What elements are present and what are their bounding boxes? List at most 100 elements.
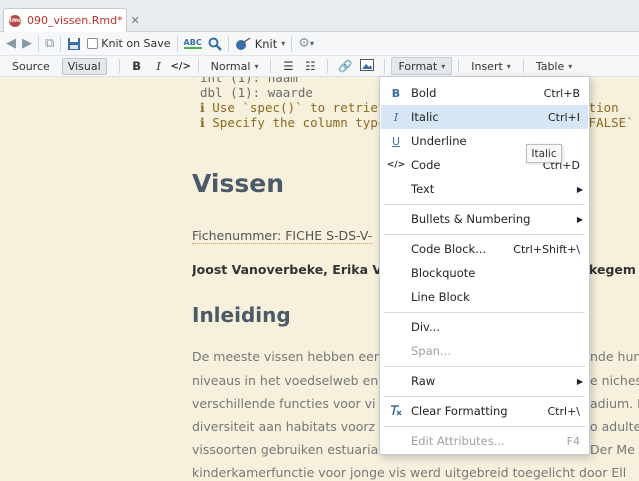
chevron-down-icon: ▾: [281, 39, 286, 48]
submenu-arrow-icon: ▶: [576, 214, 583, 224]
code-icon: </>: [386, 160, 406, 170]
format-menu-button[interactable]: Format ▾: [391, 57, 453, 75]
menu-item-label: Italic: [411, 110, 439, 124]
menu-item-label: Line Block: [411, 290, 470, 304]
menu-separator: [384, 234, 585, 235]
visual-mode-button[interactable]: Visual: [61, 57, 107, 75]
spellcheck-icon[interactable]: ABC: [183, 38, 202, 49]
body-line: verschillende functies voor vi: [192, 396, 376, 411]
toolbar-divider: [38, 35, 39, 52]
body-line-end: e niches.: [590, 373, 639, 388]
code-button[interactable]: </>: [170, 61, 192, 72]
menu-separator: [384, 366, 585, 367]
menu-item-blockquote[interactable]: Blockquote: [381, 261, 588, 285]
menu-item-edit-attributes: Edit Attributes... F4: [381, 429, 588, 453]
numbered-list-icon[interactable]: ☷: [299, 59, 321, 73]
authors-line: Joost Vanoverbeke, Erika Va: [192, 262, 390, 277]
close-tab-icon[interactable]: ✕: [131, 14, 140, 27]
show-in-window-icon[interactable]: ⧉: [45, 36, 54, 51]
toolbar-divider: [270, 59, 272, 73]
paragraph-style-dropdown[interactable]: Normal ▾: [205, 60, 265, 73]
table-menu-label: Table: [535, 59, 565, 73]
heading-vissen: Vissen: [192, 169, 284, 198]
menu-item-label: Clear Formatting: [411, 404, 508, 418]
toolbar-divider: [384, 59, 386, 73]
gear-icon[interactable]: ⚙ ▾: [298, 36, 314, 51]
menu-item-label: Text: [411, 182, 435, 196]
menu-item-label: Edit Attributes...: [411, 434, 505, 448]
menu-item-line-block[interactable]: Line Block: [381, 285, 588, 309]
knit-on-save-toggle[interactable]: Knit on Save: [87, 37, 171, 50]
menu-item-label: Bold: [411, 86, 437, 100]
underline-icon: U: [391, 134, 401, 148]
bold-button[interactable]: B: [126, 59, 148, 73]
toolbar-divider: [458, 59, 460, 73]
knit-on-save-checkbox[interactable]: [87, 38, 99, 49]
forward-arrow-icon[interactable]: ▶: [22, 36, 32, 51]
tab-filename: 090_vissen.Rmd*: [27, 14, 123, 27]
rmarkdown-file-icon: Rmd: [7, 14, 23, 27]
toolbar-divider: [522, 59, 524, 73]
knit-button[interactable]: Knit ▾: [235, 36, 286, 51]
toolbar-divider: [197, 59, 199, 73]
menu-item-shortcut: F4: [566, 434, 580, 448]
source-mode-button[interactable]: Source: [6, 58, 56, 75]
toolbar-divider: [327, 59, 329, 73]
menu-item-bullets-numbering[interactable]: Bullets & Numbering ▶: [381, 207, 588, 231]
menu-separator: [384, 204, 585, 205]
menu-item-code-block[interactable]: Code Block... Ctrl+Shift+\: [381, 237, 588, 261]
body-line: diversiteit aan habitats voorz: [192, 419, 376, 434]
menu-item-label: Blockquote: [411, 266, 476, 280]
menu-item-raw[interactable]: Raw ▶: [381, 369, 588, 393]
editor-tab[interactable]: Rmd 090_vissen.Rmd* ✕: [3, 8, 140, 32]
chevron-down-icon: ▾: [506, 61, 511, 71]
italic-tooltip: Italic: [526, 144, 562, 163]
menu-item-label: Span...: [411, 344, 451, 358]
menu-item-label: Code Block...: [411, 242, 487, 256]
menu-item-label: Div...: [411, 320, 440, 334]
back-arrow-icon[interactable]: ◀: [6, 36, 16, 51]
toolbar-divider: [118, 59, 120, 73]
body-line-end: o adulte: [590, 419, 639, 434]
fiche-text: Fichenummer: FICHE S-DS-V-: [192, 228, 373, 244]
menu-item-italic[interactable]: I Italic Ctrl+I: [381, 105, 588, 129]
knit-yarn-icon: [235, 36, 251, 51]
chevron-down-icon: ▾: [441, 61, 446, 71]
menu-item-label: Raw: [411, 374, 436, 388]
menu-item-div[interactable]: Div...: [381, 315, 588, 339]
bold-icon: B: [391, 86, 401, 100]
menu-item-clear-formatting[interactable]: Clear Formatting Ctrl+\: [381, 399, 588, 423]
menu-item-span: Span...: [381, 339, 588, 363]
link-icon[interactable]: 🔗: [334, 59, 356, 73]
save-icon[interactable]: [67, 37, 81, 51]
heading-inleiding: Inleiding: [192, 303, 291, 327]
image-icon[interactable]: [356, 58, 378, 74]
paragraph-style-label: Normal: [210, 59, 251, 73]
menu-item-bold[interactable]: B Bold Ctrl+B: [381, 81, 588, 105]
menu-separator: [384, 396, 585, 397]
italic-button[interactable]: I: [148, 59, 170, 73]
menu-item-label: Code: [411, 158, 441, 172]
body-line: niveaus in het voedselweb en: [192, 373, 379, 388]
body-line-end: adium. E: [590, 396, 639, 411]
body-line: kinderkamerfunctie voor jonge vis werd u…: [192, 465, 627, 480]
insert-menu-button[interactable]: Insert ▾: [465, 60, 517, 73]
body-line-end: Der Me: [590, 442, 635, 457]
table-menu-button[interactable]: Table ▾: [530, 60, 578, 73]
menu-item-shortcut: Ctrl+\: [547, 404, 581, 418]
insert-menu-label: Insert: [471, 59, 503, 73]
fiche-number: Fichenummer: FICHE S-DS-V-: [192, 228, 373, 244]
search-icon[interactable]: [208, 37, 222, 51]
knit-on-save-label: Knit on Save: [101, 37, 171, 50]
body-line-end: nde hun: [590, 349, 639, 364]
toolbar-divider: [291, 35, 293, 52]
menu-item-label: Bullets & Numbering: [411, 212, 531, 226]
chevron-down-icon: ▾: [568, 61, 573, 71]
body-line: De meeste vissen hebben een: [192, 349, 382, 364]
menu-item-text[interactable]: Text ▶: [381, 177, 588, 201]
format-dropdown-menu: B Bold Ctrl+B I Italic Ctrl+I U Underlin…: [379, 76, 590, 455]
menu-item-shortcut: Ctrl+I: [547, 110, 580, 124]
bullet-list-icon[interactable]: ☰: [277, 59, 299, 73]
authors-line-end: kegem: [589, 262, 636, 277]
authors-text: Joost Vanoverbeke, Erika Va: [192, 262, 390, 277]
